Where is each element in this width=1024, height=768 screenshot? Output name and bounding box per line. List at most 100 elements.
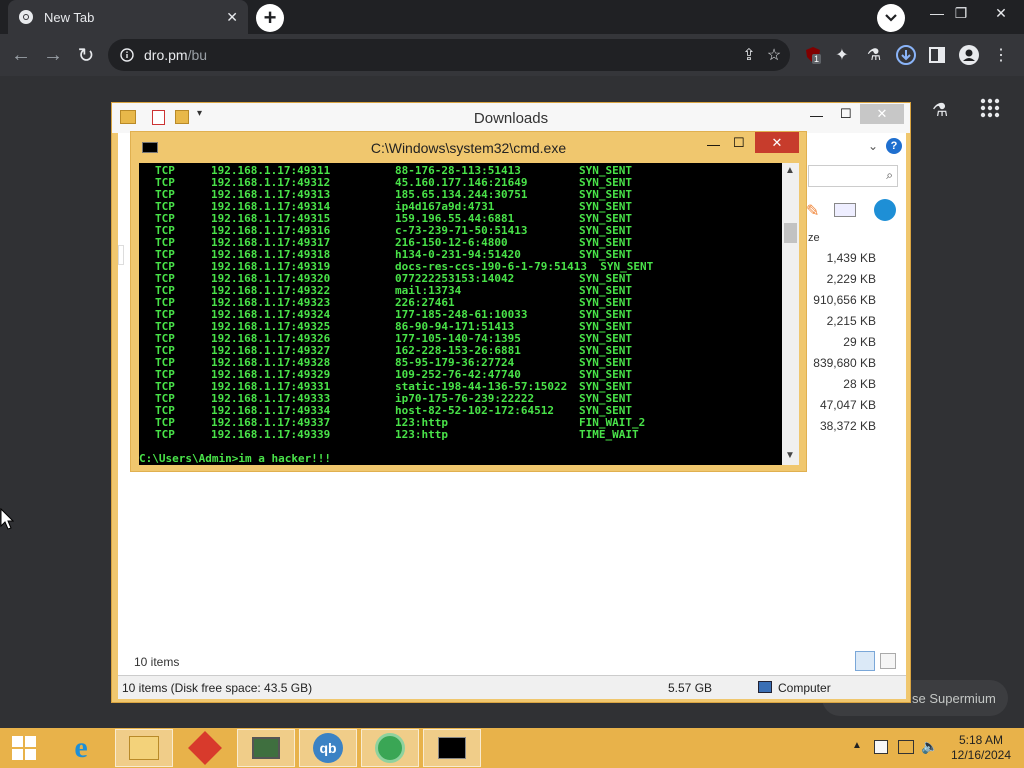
qbittorrent-icon: qb (313, 733, 343, 763)
chevron-down-icon (885, 14, 897, 22)
search-box[interactable]: ⌕ (808, 165, 898, 187)
cmd-scrollbar[interactable]: ▲ ▼ (782, 163, 799, 465)
download-circle-icon (896, 45, 916, 65)
mouse-cursor-icon (0, 507, 15, 535)
computer-icon (758, 681, 772, 693)
email-icon[interactable] (834, 203, 856, 217)
size-column-header[interactable]: ze (808, 232, 820, 244)
command-prompt-icon (438, 737, 466, 759)
search-icon: ⌕ (886, 168, 893, 182)
cmd-maximize-button[interactable]: ☐ (733, 135, 745, 151)
extension-ublock-icon[interactable]: 1 (802, 44, 824, 66)
chrome-icon (19, 10, 33, 24)
taskbar: e qb ▲ 🔈 5:18 AM 12/16/2024 (0, 728, 1024, 768)
file-size: 1,439 KB (826, 251, 876, 265)
start-button[interactable] (0, 729, 48, 767)
status-size-text: 5.57 GB (668, 681, 713, 695)
apps-grid-icon[interactable] (980, 98, 1000, 123)
browser-globe-icon (375, 733, 405, 763)
side-panel-icon[interactable] (926, 44, 948, 66)
system-clock[interactable]: 5:18 AM 12/16/2024 (946, 733, 1016, 763)
large-icons-view-button[interactable] (880, 653, 896, 669)
browser-toolbar: ← → ↻ dro.pm/bu ⇪ ☆ 1 ✦ ⚗ ⋮ (0, 34, 1024, 76)
scroll-down-icon[interactable]: ▼ (785, 450, 795, 461)
bookmark-star-icon[interactable]: ☆ (763, 44, 785, 66)
reload-button[interactable]: ↻ (73, 42, 99, 68)
windows-logo-icon (12, 736, 36, 760)
explorer-maximize-button[interactable]: ☐ (840, 106, 852, 122)
file-size: 47,047 KB (819, 398, 876, 412)
forward-button[interactable]: → (40, 42, 66, 68)
file-size: 839,680 KB (813, 356, 876, 370)
taskbar-browser[interactable] (361, 729, 419, 767)
monitor-icon (252, 737, 280, 759)
address-bar[interactable]: dro.pm/bu (108, 39, 790, 71)
share-icon[interactable]: ⇪ (738, 44, 760, 66)
url-host: dro.pm (144, 47, 188, 63)
file-size: 2,215 KB (826, 314, 876, 328)
extensions-puzzle-icon[interactable]: ✦ (831, 44, 853, 66)
cmd-title: C:\Windows\system32\cmd.exe (370, 140, 567, 156)
netstat-local: 192.168.1.17:49339 (211, 428, 331, 441)
items-count: 10 items (134, 655, 180, 669)
side-panel-shape-icon (929, 47, 945, 63)
taskbar-internet-explorer[interactable]: e (52, 729, 110, 767)
status-location-text: Computer (778, 681, 831, 695)
explorer-minimize-button[interactable]: — (810, 108, 823, 123)
taskbar-qbittorrent[interactable]: qb (299, 729, 357, 767)
scroll-up-icon[interactable]: ▲ (785, 165, 795, 176)
back-button[interactable]: ← (8, 42, 34, 68)
ribbon-expand-icon[interactable]: ⌄ (868, 139, 878, 153)
browser-menu-icon[interactable]: ⋮ (990, 44, 1012, 66)
file-size-column: 1,439 KB 2,229 KB 910,656 KB 2,215 KB 29… (802, 251, 902, 440)
download-icon[interactable] (895, 44, 917, 66)
clock-date: 12/16/2024 (950, 748, 1012, 762)
new-tab-button[interactable]: + (256, 4, 284, 32)
file-size: 38,372 KB (819, 419, 876, 433)
tab-title: New Tab (44, 9, 95, 25)
cmd-minimize-button[interactable]: — (707, 137, 720, 152)
taskbar-app-red[interactable] (176, 729, 234, 767)
explorer-title: Downloads (473, 110, 549, 127)
file-explorer-icon (129, 736, 159, 760)
close-browser-button[interactable]: ✕ (986, 0, 1016, 26)
file-size: 28 KB (843, 377, 876, 391)
details-view-button[interactable] (855, 651, 875, 671)
avatar (959, 45, 979, 65)
tab-search-button[interactable] (877, 4, 905, 32)
url-path: /bu (187, 47, 208, 63)
help-icon[interactable]: ? (886, 138, 902, 154)
cmd-prompt-line[interactable]: C:\Users\Admin>im a hacker!!! (139, 453, 331, 465)
red-diamond-icon (188, 731, 222, 765)
profile-avatar-icon[interactable] (958, 44, 980, 66)
edit-icon[interactable]: ✎ (806, 201, 819, 221)
network-icon[interactable] (898, 740, 914, 754)
explorer-status-bar: 10 items (Disk free space: 43.5 GB) 5.57… (118, 675, 906, 699)
close-tab-icon[interactable]: ✕ (226, 9, 238, 26)
labs-flask-icon[interactable]: ⚗ (863, 44, 885, 66)
explorer-titlebar[interactable]: ▾ Downloads — ☐ ✕ (112, 103, 910, 133)
url-text: dro.pm/bu (144, 47, 207, 63)
taskbar-task-manager[interactable] (237, 729, 295, 767)
tab-new-tab[interactable]: New Tab ✕ (8, 0, 248, 34)
cmd-close-button[interactable]: ✕ (755, 132, 799, 153)
tray-overflow-icon[interactable]: ▲ (852, 740, 862, 751)
taskbar-cmd[interactable] (423, 729, 481, 767)
restore-browser-button[interactable]: ❐ (946, 0, 976, 26)
scroll-thumb[interactable] (784, 223, 797, 243)
action-center-icon[interactable] (874, 740, 888, 754)
globe-icon[interactable] (874, 199, 896, 221)
taskbar-file-explorer[interactable] (115, 729, 173, 767)
file-size: 29 KB (843, 335, 876, 349)
explorer-close-button[interactable]: ✕ (860, 104, 904, 124)
extension-badge: 1 (812, 54, 822, 64)
cmd-titlebar[interactable]: C:\Windows\system32\cmd.exe — ☐ ✕ (131, 132, 806, 162)
clock-time: 5:18 AM (958, 733, 1004, 747)
info-icon (120, 48, 134, 62)
cmd-window[interactable]: C:\Windows\system32\cmd.exe — ☐ ✕ TCP 192… (130, 131, 807, 472)
volume-muted-icon[interactable]: 🔈 (921, 738, 938, 755)
file-size: 910,656 KB (813, 293, 876, 307)
cmd-output[interactable]: TCP 192.168.1.17:49311 88-176-28-113:51413… (139, 163, 782, 465)
status-left-text: 10 items (Disk free space: 43.5 GB) (122, 681, 313, 695)
ntp-labs-icon[interactable]: ⚗ (932, 100, 948, 121)
